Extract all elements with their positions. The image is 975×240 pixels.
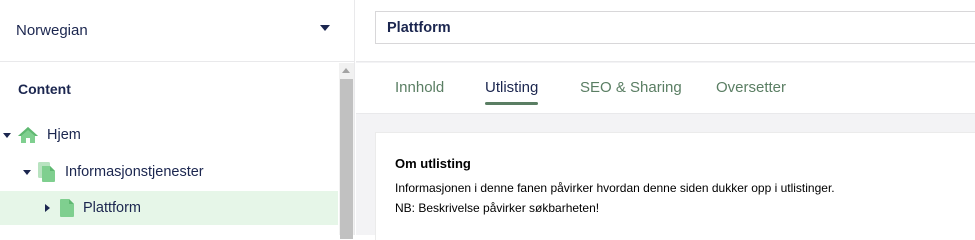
content-tree: Content Hjem Informasjonstjenester Platt…	[0, 63, 338, 235]
tab-oversetter[interactable]: Oversetter	[716, 79, 786, 96]
tree-item-label: Informasjonstjenester	[65, 164, 204, 180]
info-card-title: Om utlisting	[395, 156, 471, 171]
info-card-note: NB: Beskrivelse påvirker søkbarheten!	[395, 201, 600, 215]
tab-utlisting[interactable]: Utlisting	[485, 79, 539, 105]
node-name-input[interactable]	[375, 11, 975, 44]
info-card-description: Informasjonen i denne fanen påvirker hvo…	[395, 181, 835, 195]
language-selector[interactable]: Norwegian	[0, 0, 354, 62]
tree-item-plattform[interactable]: Plattform	[0, 191, 338, 225]
caret-down-icon[interactable]	[3, 132, 11, 138]
tree-item-label: Plattform	[83, 200, 142, 216]
language-selector-label: Norwegian	[16, 22, 88, 39]
tree-scrollbar[interactable]	[339, 63, 354, 239]
chevron-down-icon[interactable]	[320, 25, 330, 31]
tree-panel: Norwegian Content Hjem Informasjonstjene…	[0, 0, 355, 239]
caret-down-icon[interactable]	[23, 169, 31, 175]
tab-seo-sharing[interactable]: SEO & Sharing	[580, 79, 682, 96]
caret-right-icon[interactable]	[45, 204, 50, 212]
tab-innhold[interactable]: Innhold	[395, 79, 444, 96]
document-icon	[59, 198, 75, 218]
tree-item-hjem[interactable]: Hjem	[0, 118, 338, 152]
tab-utlisting-label: Utlisting	[485, 79, 539, 96]
tree-item-label: Hjem	[47, 127, 81, 143]
scroll-up-arrow-icon[interactable]	[342, 68, 350, 73]
content-tree-header[interactable]: Content	[18, 81, 71, 97]
editor-panel: Innhold Utlisting SEO & Sharing Oversett…	[356, 0, 975, 240]
home-icon	[17, 126, 39, 144]
scrollbar-thumb[interactable]	[340, 79, 353, 239]
active-tab-indicator	[485, 102, 539, 105]
document-icon	[37, 161, 57, 183]
tree-item-informasjonstjenester[interactable]: Informasjonstjenester	[0, 155, 338, 189]
node-name-bar	[356, 0, 975, 62]
info-card: Om utlisting Informasjonen i denne fanen…	[375, 132, 975, 240]
editor-tabs: Innhold Utlisting SEO & Sharing Oversett…	[356, 63, 975, 114]
